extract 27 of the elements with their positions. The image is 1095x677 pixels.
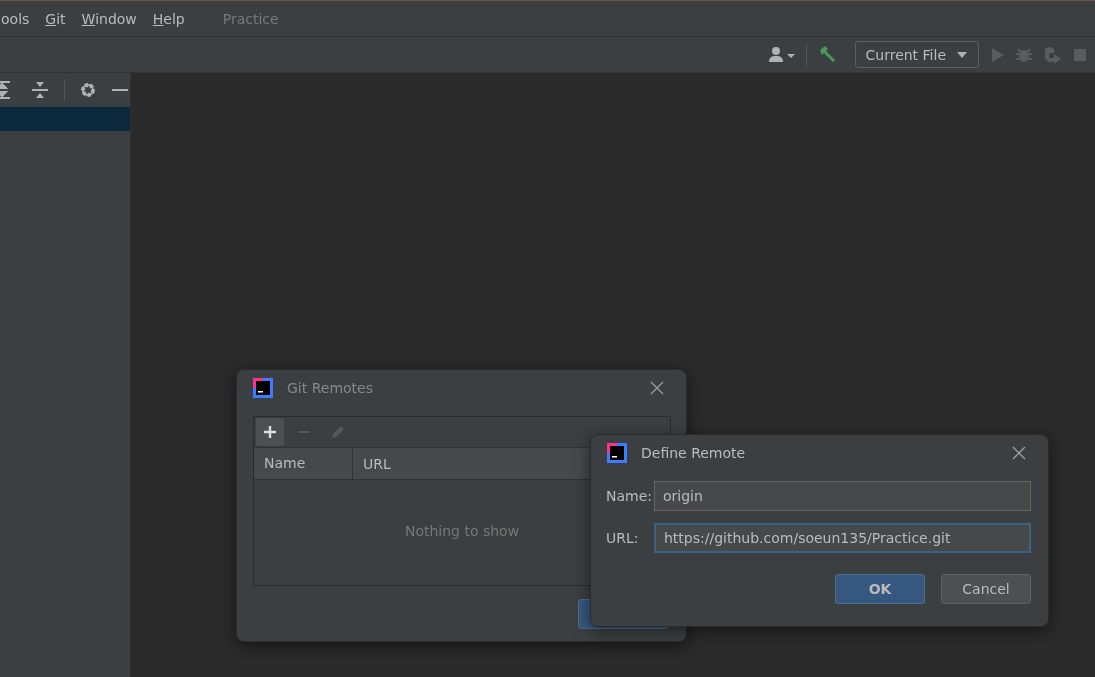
dialog-title: Define Remote xyxy=(641,445,746,461)
menu-item[interactable]: Help xyxy=(152,10,185,27)
column-header[interactable]: URL xyxy=(353,455,391,472)
close-icon[interactable] xyxy=(650,381,664,395)
close-icon[interactable] xyxy=(1012,446,1026,460)
add-button[interactable] xyxy=(256,418,284,446)
pencil-icon xyxy=(330,424,346,440)
ok-button[interactable]: OK xyxy=(835,574,925,604)
plus-icon xyxy=(263,425,277,439)
dialog-title: Git Remotes xyxy=(287,380,373,396)
column-header[interactable]: Name xyxy=(254,448,353,479)
menu-item[interactable]: Window xyxy=(81,10,137,27)
menu-item[interactable]: Git xyxy=(45,10,66,27)
text-field[interactable]: https://github.com/soeun135/Practice.git xyxy=(654,523,1031,553)
run-configuration-dropdown[interactable]: Current File xyxy=(854,41,979,68)
project-title: Practice xyxy=(222,10,279,27)
menu-item[interactable]: ools xyxy=(1,10,30,27)
field-label: URL: xyxy=(606,530,640,546)
cancel-button[interactable]: Cancel xyxy=(941,574,1031,604)
settings-icon[interactable] xyxy=(79,81,97,99)
text-field[interactable]: origin xyxy=(654,481,1031,511)
app-logo-icon xyxy=(607,443,627,463)
collapse-all-icon[interactable] xyxy=(30,80,50,100)
empty-message: Nothing to show xyxy=(404,522,520,539)
app-logo-icon xyxy=(253,378,273,398)
field-label: Name: xyxy=(606,488,654,504)
caret-icon xyxy=(956,50,968,59)
